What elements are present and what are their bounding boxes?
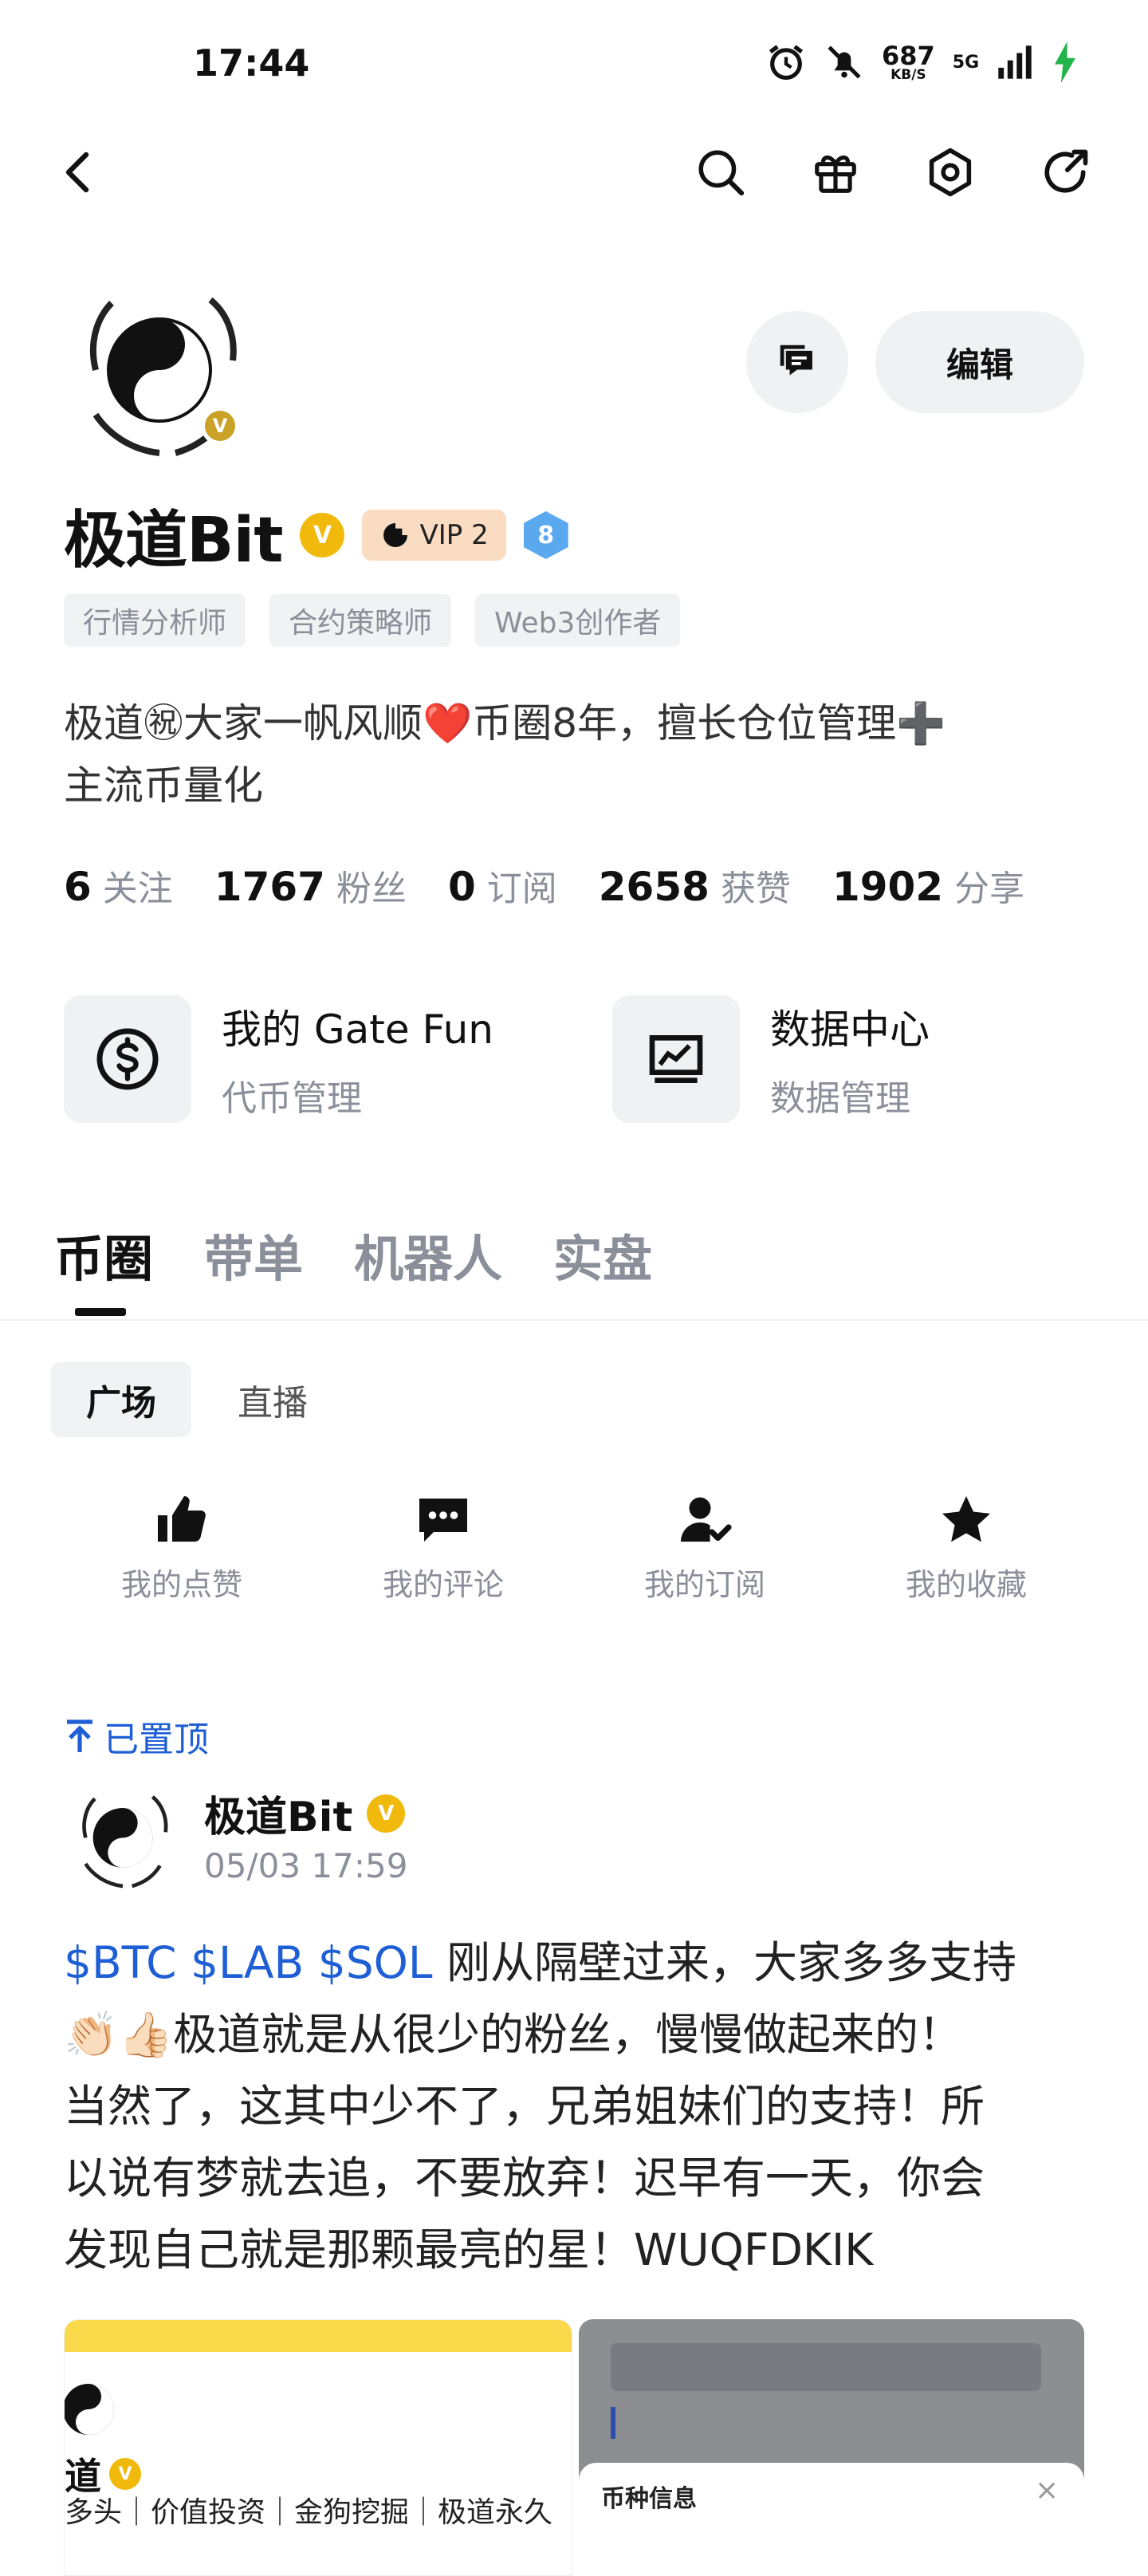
tool-data-center[interactable]: 数据中心 数据管理 [612,995,930,1123]
post-author-avatar[interactable] [67,1780,179,1892]
stats-row: 6 关注 1767 粉丝 0 订阅 2658 获赞 1902 分享 [64,860,1066,911]
pinned-label: 已置顶 [64,1711,209,1762]
settings-icon[interactable] [922,144,979,201]
search-icon[interactable] [692,144,749,201]
thumbs-up-icon [158,1496,206,1542]
post-time: 05/03 17:59 [204,1846,408,1885]
image-placeholder-row [611,2343,1041,2391]
vip-badge[interactable]: VIP 2 [362,510,506,561]
tag: Web3创作者 [475,594,681,647]
action-my-comments[interactable]: 我的评论 [356,1491,531,1604]
network-type: 5G [952,52,980,73]
stat-following[interactable]: 6 关注 [64,860,173,911]
charging-icon [1055,41,1076,83]
edit-button[interactable]: 编辑 [875,311,1084,413]
post-author-row: 极道Bit V [204,1783,406,1843]
user-check-icon [681,1497,732,1542]
stat-likes[interactable]: 2658 获赞 [599,860,791,911]
bio: 极道㊗大家一帆风顺❤️币圈8年，擅长仓位管理➕ 主流币量化 [64,700,946,809]
verified-badge-icon: V [300,513,345,557]
tab-copy-trade[interactable]: 带单 [204,1219,303,1290]
action-my-subscriptions[interactable]: 我的订阅 [617,1491,792,1604]
back-arrow-icon[interactable] [49,144,107,201]
verified-badge-icon: V [109,2458,141,2490]
post-image-1[interactable]: 道 V 多头｜价值投资｜金狗挖掘｜极道永久 [64,2319,572,2576]
tab-live-trading[interactable]: 实盘 [553,1219,652,1290]
tool-title: 我的 Gate Fun [222,1006,493,1053]
tool-subtitle: 数据管理 [770,1078,910,1119]
chat-icon [780,345,812,376]
tags: 行情分析师 合约策略师 Web3创作者 [64,594,681,647]
signal-icon [998,45,1032,79]
tool-gate-fun[interactable]: 我的 Gate Fun 代币管理 [64,995,493,1123]
yin-yang-dragon-avatar [69,1782,177,1890]
image-panel-title: 币种信息 [601,2485,697,2513]
subtab-square[interactable]: 广场 [51,1362,191,1437]
subtab-live[interactable]: 直播 [209,1362,336,1437]
tab-bots[interactable]: 机器人 [354,1219,502,1290]
image-caption: 多头｜价值投资｜金狗挖掘｜极道永久 [65,2496,553,2529]
alarm-icon [769,45,804,81]
gift-icon[interactable] [807,144,864,201]
close-icon: × [1035,2474,1060,2507]
status-icons: 687 KB/S 5G [765,41,1079,83]
net-speed: 687 KB/S [882,40,935,83]
profile-name: 极道Bit [64,505,283,577]
divider [0,1319,1148,1321]
name-row: 极道Bit V VIP 2 8 [64,490,568,580]
gate-logo-icon [383,523,408,547]
pin-top-icon [67,1719,92,1752]
star-icon [942,1496,990,1542]
tab-indicator [75,1308,126,1316]
stat-subscriptions[interactable]: 0 订阅 [448,860,557,911]
main-tabs: 币圈 带单 机器人 实盘 [54,1219,652,1290]
dollar-circle-icon [64,995,191,1123]
post-tickers[interactable]: $BTC $LAB $SOL [64,1937,433,1988]
level-badge[interactable]: 8 [523,511,568,559]
status-time: 17:44 [193,41,310,85]
comment-icon [419,1499,467,1542]
stat-shares[interactable]: 1902 分享 [832,860,1024,911]
avatar-verified-badge: V [201,407,239,445]
mute-bell-icon [828,45,861,79]
tool-title: 数据中心 [770,1006,930,1053]
post-image-2[interactable]: 币种信息 × [579,2319,1084,2574]
chart-monitor-icon [612,995,740,1123]
post-author-name[interactable]: 极道Bit [204,1783,352,1843]
tag: 合约策略师 [269,594,452,647]
image-banner [65,2320,572,2352]
tab-crypto[interactable]: 币圈 [54,1219,153,1290]
post-content[interactable]: $BTC $LAB $SOL 刚从隔壁过来，大家多多支持 👏🏻👍🏻极道就是从很少… [64,1927,1092,2286]
share-icon[interactable] [1036,144,1094,201]
image-placeholder-mark [611,2407,615,2439]
yin-yang-icon [65,2384,114,2435]
verified-badge-icon: V [367,1794,406,1833]
stat-followers[interactable]: 1767 粉丝 [214,860,407,911]
message-button[interactable] [746,311,848,413]
action-my-favorites[interactable]: 我的收藏 [879,1491,1054,1604]
tag: 行情分析师 [64,594,246,647]
action-my-likes[interactable]: 我的点赞 [94,1491,269,1604]
tool-subtitle: 代币管理 [222,1078,362,1119]
